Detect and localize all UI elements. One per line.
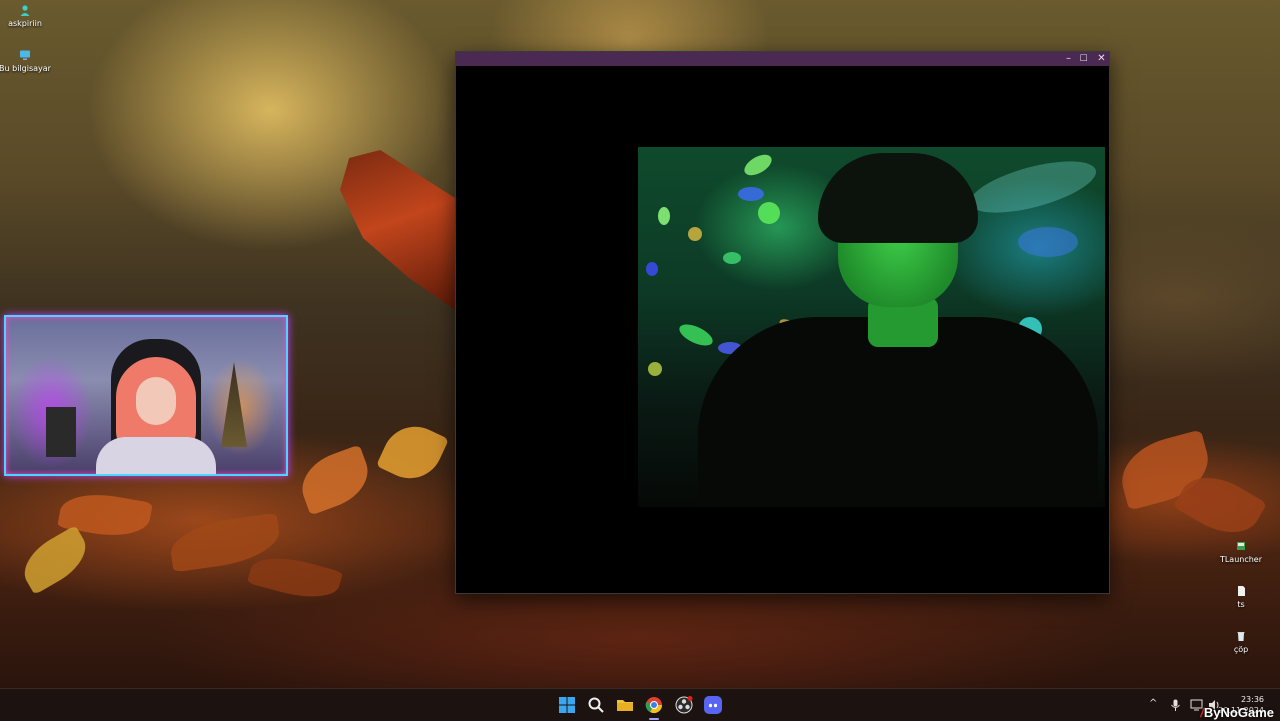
leaf-decoration (293, 444, 377, 516)
recycle-bin-icon (1237, 632, 1245, 641)
file-icon (1238, 586, 1245, 596)
taskbar: ^ 23:36 20.11.2024 /ByNoGame (0, 688, 1280, 721)
tray-overflow-chevron[interactable]: ^ (1149, 698, 1157, 709)
leaf-decoration (14, 525, 96, 595)
windows-start-icon[interactable] (557, 695, 577, 715)
desktop-icon-recycle-bin[interactable]: çöp (1211, 630, 1271, 654)
cam-streamer (96, 357, 216, 474)
microphone-icon[interactable] (1170, 699, 1181, 712)
clock-time: 23:36 (1240, 695, 1264, 704)
leaf-decoration (247, 548, 343, 607)
desktop-icon-label: ts (1237, 600, 1245, 609)
leaf-decoration (375, 415, 450, 490)
desktop-icon-user[interactable]: askpiriin (0, 4, 55, 28)
chrome-icon[interactable] (644, 695, 664, 715)
monitor-icon (20, 50, 30, 60)
discord-icon[interactable] (703, 695, 723, 715)
maximize-button[interactable]: ☐ (1074, 52, 1093, 66)
watermark-text: ByNoGame (1203, 705, 1274, 720)
user-icon (20, 5, 30, 16)
app-icon (1237, 542, 1245, 550)
video-call-window[interactable]: – ☐ ✕ (455, 51, 1110, 594)
search-icon[interactable] (586, 695, 606, 715)
remote-video-feed (638, 147, 1105, 507)
bynogame-watermark: /ByNoGame (1200, 705, 1274, 720)
window-title-bar[interactable]: – ☐ ✕ (456, 52, 1109, 66)
desktop-icon-this-pc[interactable]: Bu bilgisayar (0, 49, 55, 73)
streamer-webcam-overlay (4, 315, 288, 476)
desktop-icon-label: TLauncher (1219, 555, 1263, 564)
dragon-wing-decoration (340, 150, 455, 310)
desktop-icon-tlauncher[interactable]: TLauncher (1211, 540, 1271, 564)
desktop-icon-ts[interactable]: ts (1211, 585, 1271, 609)
desktop-icon-label: askpiriin (8, 19, 42, 28)
file-explorer-icon[interactable] (615, 695, 635, 715)
close-button[interactable]: ✕ (1092, 52, 1111, 66)
desktop-icon-label: Bu bilgisayar (0, 64, 51, 73)
cam-background-furniture (46, 407, 76, 457)
obs-icon[interactable] (674, 695, 694, 715)
cam-background-tree (221, 362, 247, 447)
desktop-icon-label: çöp (1233, 645, 1249, 654)
